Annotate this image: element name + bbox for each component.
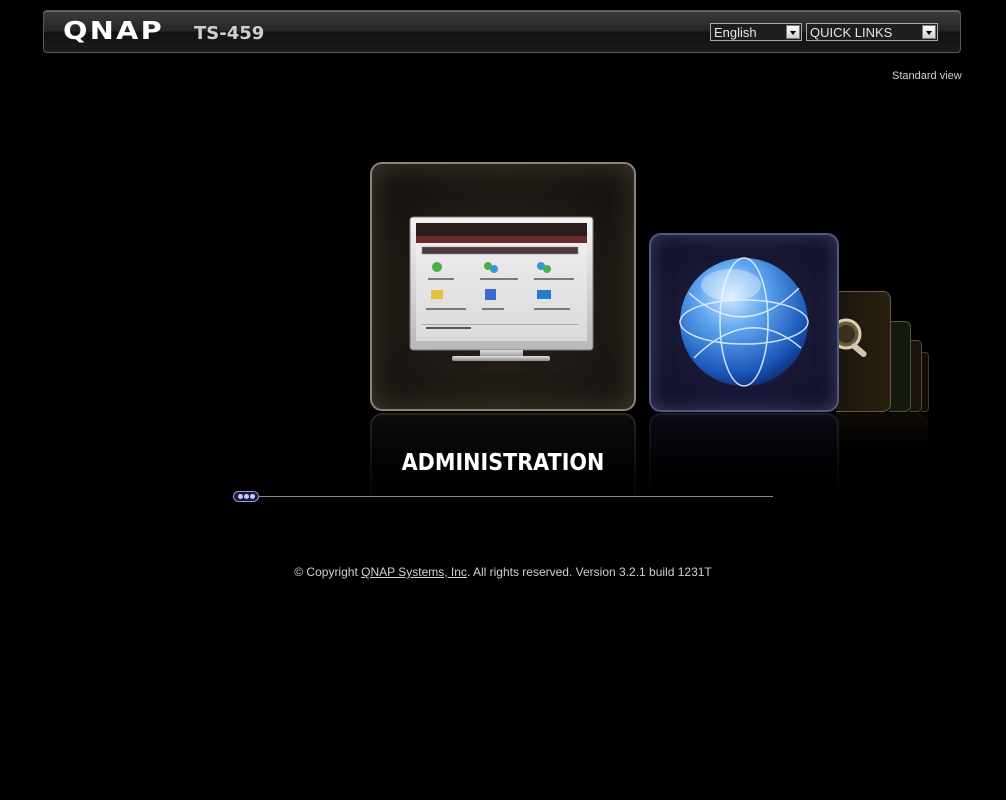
chevron-down-icon[interactable] <box>922 25 936 39</box>
carousel-card-back[interactable] <box>889 321 911 412</box>
monitor-icon <box>409 216 594 361</box>
card-reflection <box>836 413 928 473</box>
chevron-down-icon[interactable] <box>786 25 800 39</box>
language-select[interactable]: English <box>710 23 802 41</box>
card-reflection <box>649 413 839 503</box>
qnap-logo: QNAP <box>63 16 165 45</box>
quick-links-select-value: QUICK LINKS <box>810 25 893 40</box>
footer-copyright: © Copyright QNAP Systems, Inc. All right… <box>0 565 1006 579</box>
footer-suffix: . All rights reserved. Version 3.2.1 bui… <box>466 565 712 579</box>
standard-view-link[interactable]: Standard view <box>892 70 962 82</box>
language-select-value: English <box>714 25 757 40</box>
globe-icon <box>679 257 809 387</box>
carousel-card-back[interactable] <box>921 352 929 412</box>
company-link[interactable]: QNAP Systems, Inc <box>361 565 467 579</box>
magnifier-icon <box>836 318 867 357</box>
quick-links-select[interactable]: QUICK LINKS <box>806 23 938 41</box>
footer-prefix: © Copyright <box>294 565 362 579</box>
carousel-card-search[interactable] <box>836 291 891 412</box>
carousel-card-administration[interactable] <box>370 162 636 411</box>
carousel-caption: ADMINISTRATION <box>401 450 605 476</box>
header-bar: QNAP TS-459 English QUICK LINKS <box>43 10 961 53</box>
carousel-scrollbar-handle[interactable] <box>233 491 259 502</box>
model-name: TS-459 <box>194 23 265 44</box>
carousel-scrollbar-track[interactable] <box>259 496 773 497</box>
carousel-card-back[interactable] <box>910 340 922 412</box>
carousel-card-network[interactable] <box>649 233 839 412</box>
